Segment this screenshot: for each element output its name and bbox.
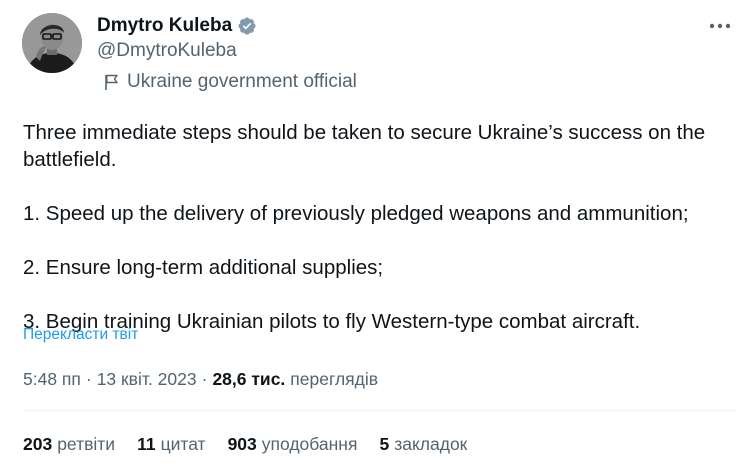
- quotes-count: 11: [137, 433, 156, 454]
- retweets-label: ретвіти: [57, 433, 116, 454]
- bookmarks-label: закладок: [394, 433, 468, 454]
- tweet-paragraph: 2. Ensure long-term additional supplies;: [23, 256, 384, 279]
- views-label[interactable]: переглядів: [290, 369, 378, 390]
- more-dots-icon: [709, 23, 731, 29]
- tweet-meta-row: 5:48 пп · 13 квіт. 2023 · 28,6 тис. пере…: [23, 367, 378, 391]
- government-label: Ukraine government official: [127, 71, 357, 92]
- tweet-date[interactable]: 13 квіт. 2023: [97, 369, 197, 390]
- views-count[interactable]: 28,6 тис.: [212, 369, 285, 390]
- author-handle[interactable]: @DmytroKuleba: [97, 40, 237, 62]
- avatar-photo: [22, 13, 82, 73]
- retweets-stat[interactable]: 203 ретвіти: [23, 434, 115, 455]
- avatar[interactable]: [22, 13, 82, 73]
- quotes-label: цитат: [160, 433, 206, 454]
- likes-stat[interactable]: 903 уподобання: [228, 434, 358, 455]
- engagement-stats-row: 203 ретвіти 11 цитат 903 уподобання 5 за…: [23, 432, 489, 456]
- author-name-row: Dmytro Kuleba: [97, 13, 257, 39]
- bookmarks-count: 5: [379, 433, 390, 454]
- tweet-time[interactable]: 5:48 пп: [23, 369, 81, 390]
- quotes-stat[interactable]: 11 цитат: [137, 434, 205, 455]
- tweet-paragraph: Three immediate steps should be taken to…: [23, 121, 706, 171]
- tweet-paragraph: 1. Speed up the delivery of previously p…: [23, 202, 689, 225]
- flag-icon: [104, 74, 119, 91]
- bookmarks-stat[interactable]: 5 закладок: [379, 434, 467, 455]
- meta-separator: ·: [85, 368, 92, 389]
- tweet-text: Three immediate steps should be taken to…: [23, 119, 738, 335]
- more-options-button[interactable]: [706, 14, 734, 38]
- translate-tweet-link[interactable]: Перекласти твіт: [23, 326, 138, 344]
- verified-badge-icon[interactable]: [237, 16, 257, 36]
- government-label-row: Ukraine government official: [104, 70, 357, 94]
- divider: [22, 410, 738, 411]
- likes-count: 903: [227, 433, 257, 454]
- author-display-name[interactable]: Dmytro Kuleba: [97, 15, 232, 37]
- likes-label: уподобання: [261, 433, 358, 454]
- meta-separator: ·: [201, 368, 208, 389]
- retweets-count: 203: [23, 433, 53, 454]
